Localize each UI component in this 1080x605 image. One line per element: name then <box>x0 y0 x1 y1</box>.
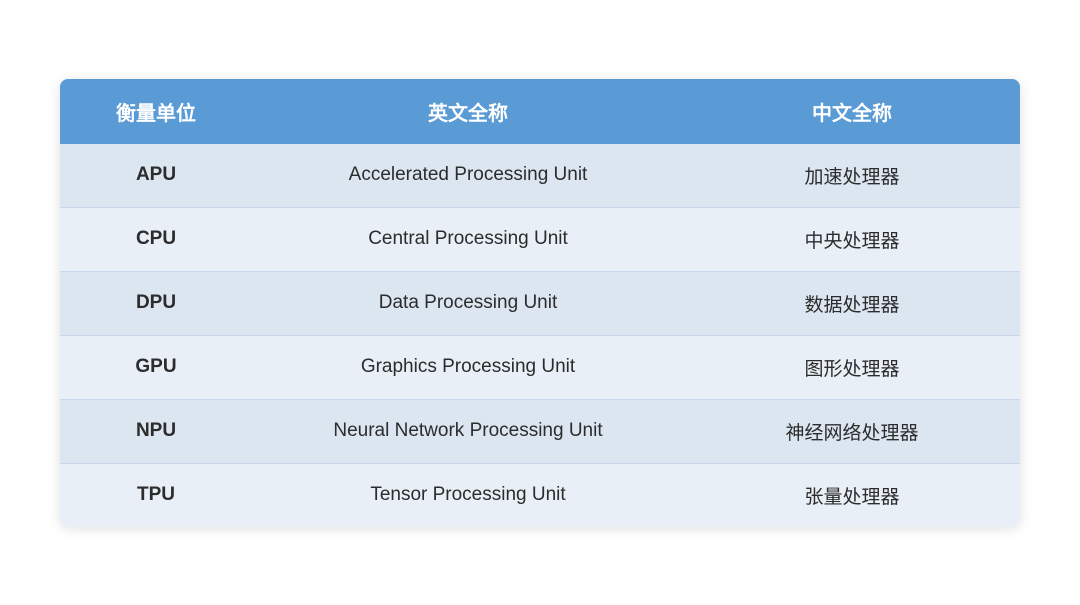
table-row: DPUData Processing Unit数据处理器 <box>60 271 1020 335</box>
header-chinese: 中文全称 <box>684 79 1020 144</box>
cell-chinese: 加速处理器 <box>684 144 1020 208</box>
cell-english: Graphics Processing Unit <box>252 335 684 399</box>
cell-chinese: 数据处理器 <box>684 271 1020 335</box>
header-english: 英文全称 <box>252 79 684 144</box>
header-abbr: 衡量单位 <box>60 79 252 144</box>
cell-english: Tensor Processing Unit <box>252 463 684 527</box>
main-table-container: 衡量单位 英文全称 中文全称 APUAccelerated Processing… <box>60 79 1020 527</box>
processing-units-table: 衡量单位 英文全称 中文全称 APUAccelerated Processing… <box>60 79 1020 527</box>
table-row: NPUNeural Network Processing Unit神经网络处理器 <box>60 399 1020 463</box>
table-header-row: 衡量单位 英文全称 中文全称 <box>60 79 1020 144</box>
cell-chinese: 张量处理器 <box>684 463 1020 527</box>
cell-abbr: TPU <box>60 463 252 527</box>
cell-abbr: DPU <box>60 271 252 335</box>
cell-chinese: 神经网络处理器 <box>684 399 1020 463</box>
cell-abbr: CPU <box>60 207 252 271</box>
cell-abbr: NPU <box>60 399 252 463</box>
cell-english: Central Processing Unit <box>252 207 684 271</box>
table-row: CPUCentral Processing Unit中央处理器 <box>60 207 1020 271</box>
table-row: APUAccelerated Processing Unit加速处理器 <box>60 144 1020 208</box>
table-row: TPUTensor Processing Unit张量处理器 <box>60 463 1020 527</box>
cell-abbr: APU <box>60 144 252 208</box>
cell-chinese: 图形处理器 <box>684 335 1020 399</box>
cell-abbr: GPU <box>60 335 252 399</box>
cell-english: Data Processing Unit <box>252 271 684 335</box>
table-row: GPUGraphics Processing Unit图形处理器 <box>60 335 1020 399</box>
cell-english: Accelerated Processing Unit <box>252 144 684 208</box>
cell-chinese: 中央处理器 <box>684 207 1020 271</box>
cell-english: Neural Network Processing Unit <box>252 399 684 463</box>
